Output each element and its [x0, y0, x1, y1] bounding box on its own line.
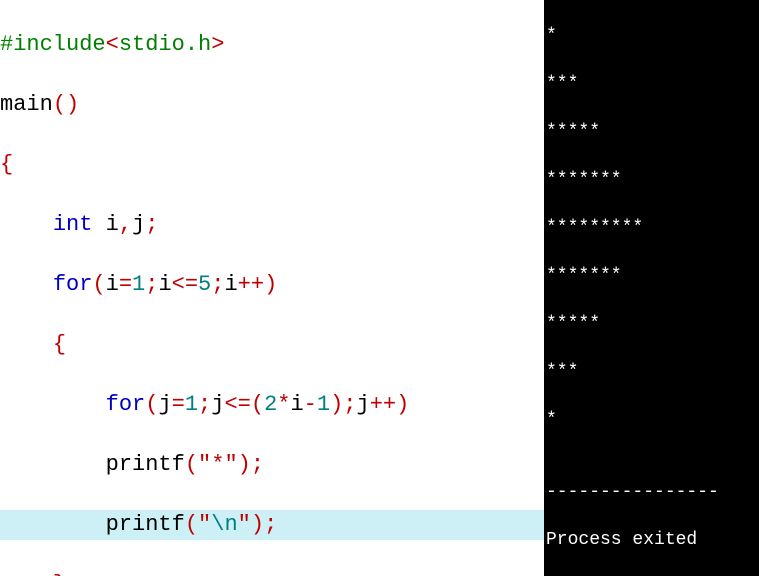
code-editor[interactable]: #include<stdio.h> main() { int i,j; for(…: [0, 0, 544, 576]
code-line-highlighted: printf("\n");: [0, 510, 544, 540]
console-line: ***: [546, 360, 759, 384]
output-console: * *** ***** ******* ********* ******* **…: [544, 0, 759, 576]
console-line: *****: [546, 312, 759, 336]
console-line: *****: [546, 120, 759, 144]
console-line: ----------------: [546, 480, 759, 504]
console-line: ***: [546, 72, 759, 96]
console-line: Process exited: [546, 528, 759, 552]
code-line: printf("*");: [0, 450, 544, 480]
console-line: *********: [546, 216, 759, 240]
code-line: main(): [0, 90, 544, 120]
code-line: #include<stdio.h>: [0, 30, 544, 60]
code-line: {: [0, 330, 544, 360]
console-line: *: [546, 408, 759, 432]
console-line: *******: [546, 264, 759, 288]
console-line: *******: [546, 168, 759, 192]
code-line: for(j=1;j<=(2*i-1);j++): [0, 390, 544, 420]
code-line: };: [0, 570, 544, 576]
code-line: int i,j;: [0, 210, 544, 240]
code-line: for(i=1;i<=5;i++): [0, 270, 544, 300]
console-line: *: [546, 24, 759, 48]
code-line: {: [0, 150, 544, 180]
